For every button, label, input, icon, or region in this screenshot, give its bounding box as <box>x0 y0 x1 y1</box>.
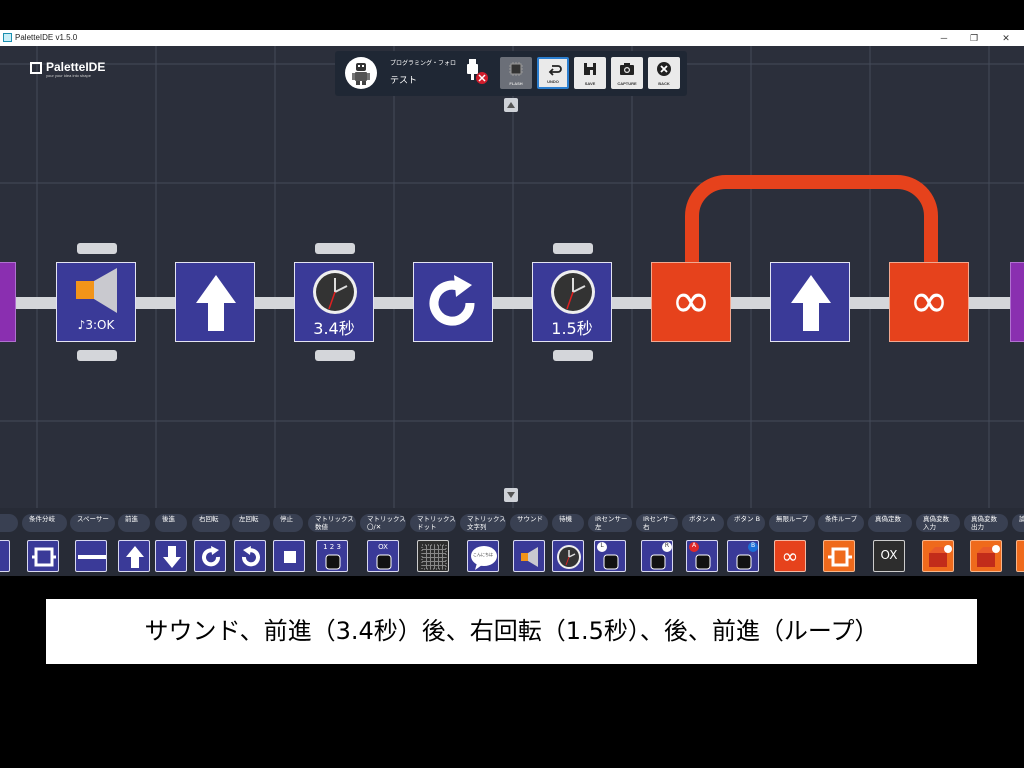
speech-bubble-text: こんにちは <box>473 552 493 557</box>
clock-icon[interactable] <box>552 540 584 572</box>
stop-icon[interactable] <box>273 540 305 572</box>
palette-label: 条件分岐 <box>22 514 67 532</box>
wait-block[interactable]: 1.5秒 <box>532 262 612 342</box>
wait-duration-label: 3.4秒 <box>313 319 355 338</box>
branch-icon[interactable] <box>27 540 59 572</box>
arrow-up-icon <box>196 275 236 331</box>
forward-block[interactable] <box>175 262 255 342</box>
loop-start-block[interactable]: ∞ <box>651 262 731 342</box>
wait-duration-label: 1.5秒 <box>551 319 593 338</box>
minimize-icon[interactable]: ─ <box>938 32 950 44</box>
variable-output-icon[interactable] <box>970 540 1002 572</box>
clock-icon <box>313 270 357 314</box>
palette-label: ボタン A <box>682 514 724 532</box>
rotate-left-icon[interactable] <box>234 540 266 572</box>
infinity-icon: ∞ <box>671 273 711 329</box>
palette-label: スペーサー <box>70 514 115 532</box>
turn-right-block[interactable] <box>413 262 493 342</box>
speech-bubble-icon[interactable]: こんにちは <box>467 540 499 572</box>
arrow-up-icon <box>791 275 831 331</box>
forward-block[interactable] <box>770 262 850 342</box>
button-a-icon[interactable]: A <box>686 540 718 572</box>
rotate-right-icon <box>429 275 475 326</box>
true-false-icon[interactable]: OX <box>873 540 905 572</box>
window-title: PaletteIDE v1.5.0 <box>15 33 78 42</box>
conditional-loop-icon[interactable] <box>823 540 855 572</box>
palette-label: 真偽定数 <box>868 514 912 532</box>
block-tab-bottom[interactable] <box>553 350 593 361</box>
palette-label: マトリックス 〇/✕ <box>360 514 406 532</box>
infinity-icon: ∞ <box>909 273 949 329</box>
sound-label: ♪3:OK <box>77 318 115 332</box>
palette-label: 真偽変数 出力 <box>964 514 1008 532</box>
block-tab-top[interactable] <box>553 243 593 254</box>
block-tab-bottom[interactable] <box>77 350 117 361</box>
program-canvas[interactable]: PaletteIDE your your idea into shape プログ… <box>0 46 1024 508</box>
block-tab-top[interactable] <box>315 243 355 254</box>
caption-text: サウンド、前進（3.4秒）後、右回転（1.5秒）、後、前進（ループ） <box>46 599 977 664</box>
speaker-icon <box>76 268 117 313</box>
palette-label: IRセンサー 右 <box>636 514 678 532</box>
palette-label: 論 <box>1012 514 1024 532</box>
block-tab-bottom[interactable] <box>315 350 355 361</box>
speaker-icon[interactable] <box>513 540 545 572</box>
partial-block-right[interactable] <box>1010 262 1024 342</box>
ir-left-text: L <box>600 542 604 549</box>
palette-label: 右回転 <box>192 514 230 532</box>
loop-connector <box>685 175 938 262</box>
palette-label: 無限ループ <box>769 514 815 532</box>
infinite-loop-icon[interactable]: ∞ <box>774 540 806 572</box>
sound-block[interactable]: ♪3:OK <box>56 262 136 342</box>
matrix-dot-icon[interactable] <box>417 540 449 572</box>
app-icon <box>3 33 12 42</box>
ir-right-icon[interactable]: R <box>641 540 673 572</box>
palette-label: マトリックス 数値 <box>308 514 356 532</box>
close-icon[interactable]: ✕ <box>1000 32 1012 44</box>
matrix-ox-icon[interactable]: OX <box>367 540 399 572</box>
ir-left-icon[interactable]: L <box>594 540 626 572</box>
palette-label: 停止 <box>273 514 303 532</box>
palette-label: 前進 <box>118 514 150 532</box>
restore-icon[interactable]: ❐ <box>968 32 980 44</box>
clock-icon <box>551 270 595 314</box>
variable-input-icon[interactable] <box>922 540 954 572</box>
palette-label: IRセンサー 左 <box>588 514 632 532</box>
button-b-icon[interactable]: B <box>727 540 759 572</box>
true-false-text: OX <box>880 548 898 562</box>
wait-block[interactable]: 3.4秒 <box>294 262 374 342</box>
matrix-number-icon[interactable]: 1 2 3 <box>316 540 348 572</box>
palette-label: ボタン B <box>727 514 765 532</box>
logic-icon[interactable] <box>1016 540 1024 572</box>
palette-label: 待機 <box>552 514 584 532</box>
arrow-down-icon[interactable] <box>155 540 187 572</box>
rotate-right-icon[interactable] <box>194 540 226 572</box>
palette-label: ック <box>0 514 18 532</box>
palette-label: 条件ループ <box>818 514 864 532</box>
block-palette: ック 条件分岐 スペーサー 前進 後進 右回転 左回転 停止 マトリックス 数値… <box>0 508 1024 576</box>
window-title-bar: PaletteIDE v1.5.0 ─ ❐ ✕ <box>0 30 1024 46</box>
spacer-icon[interactable] <box>75 540 107 572</box>
partial-block-left[interactable] <box>0 262 16 342</box>
button-b-text: B <box>750 542 756 549</box>
palette-label: サウンド <box>510 514 548 532</box>
button-a-text: A <box>691 542 697 549</box>
loop-block-icon[interactable] <box>0 540 10 572</box>
palette-label: マトリックス 文字列 <box>460 514 506 532</box>
palette-label: マトリックス ドット <box>410 514 456 532</box>
palette-label: 左回転 <box>232 514 270 532</box>
palette-label: 後進 <box>155 514 187 532</box>
block-tab-top[interactable] <box>77 243 117 254</box>
palette-label: 真偽変数 入力 <box>916 514 960 532</box>
arrow-up-icon[interactable] <box>118 540 150 572</box>
loop-end-block[interactable]: ∞ <box>889 262 969 342</box>
